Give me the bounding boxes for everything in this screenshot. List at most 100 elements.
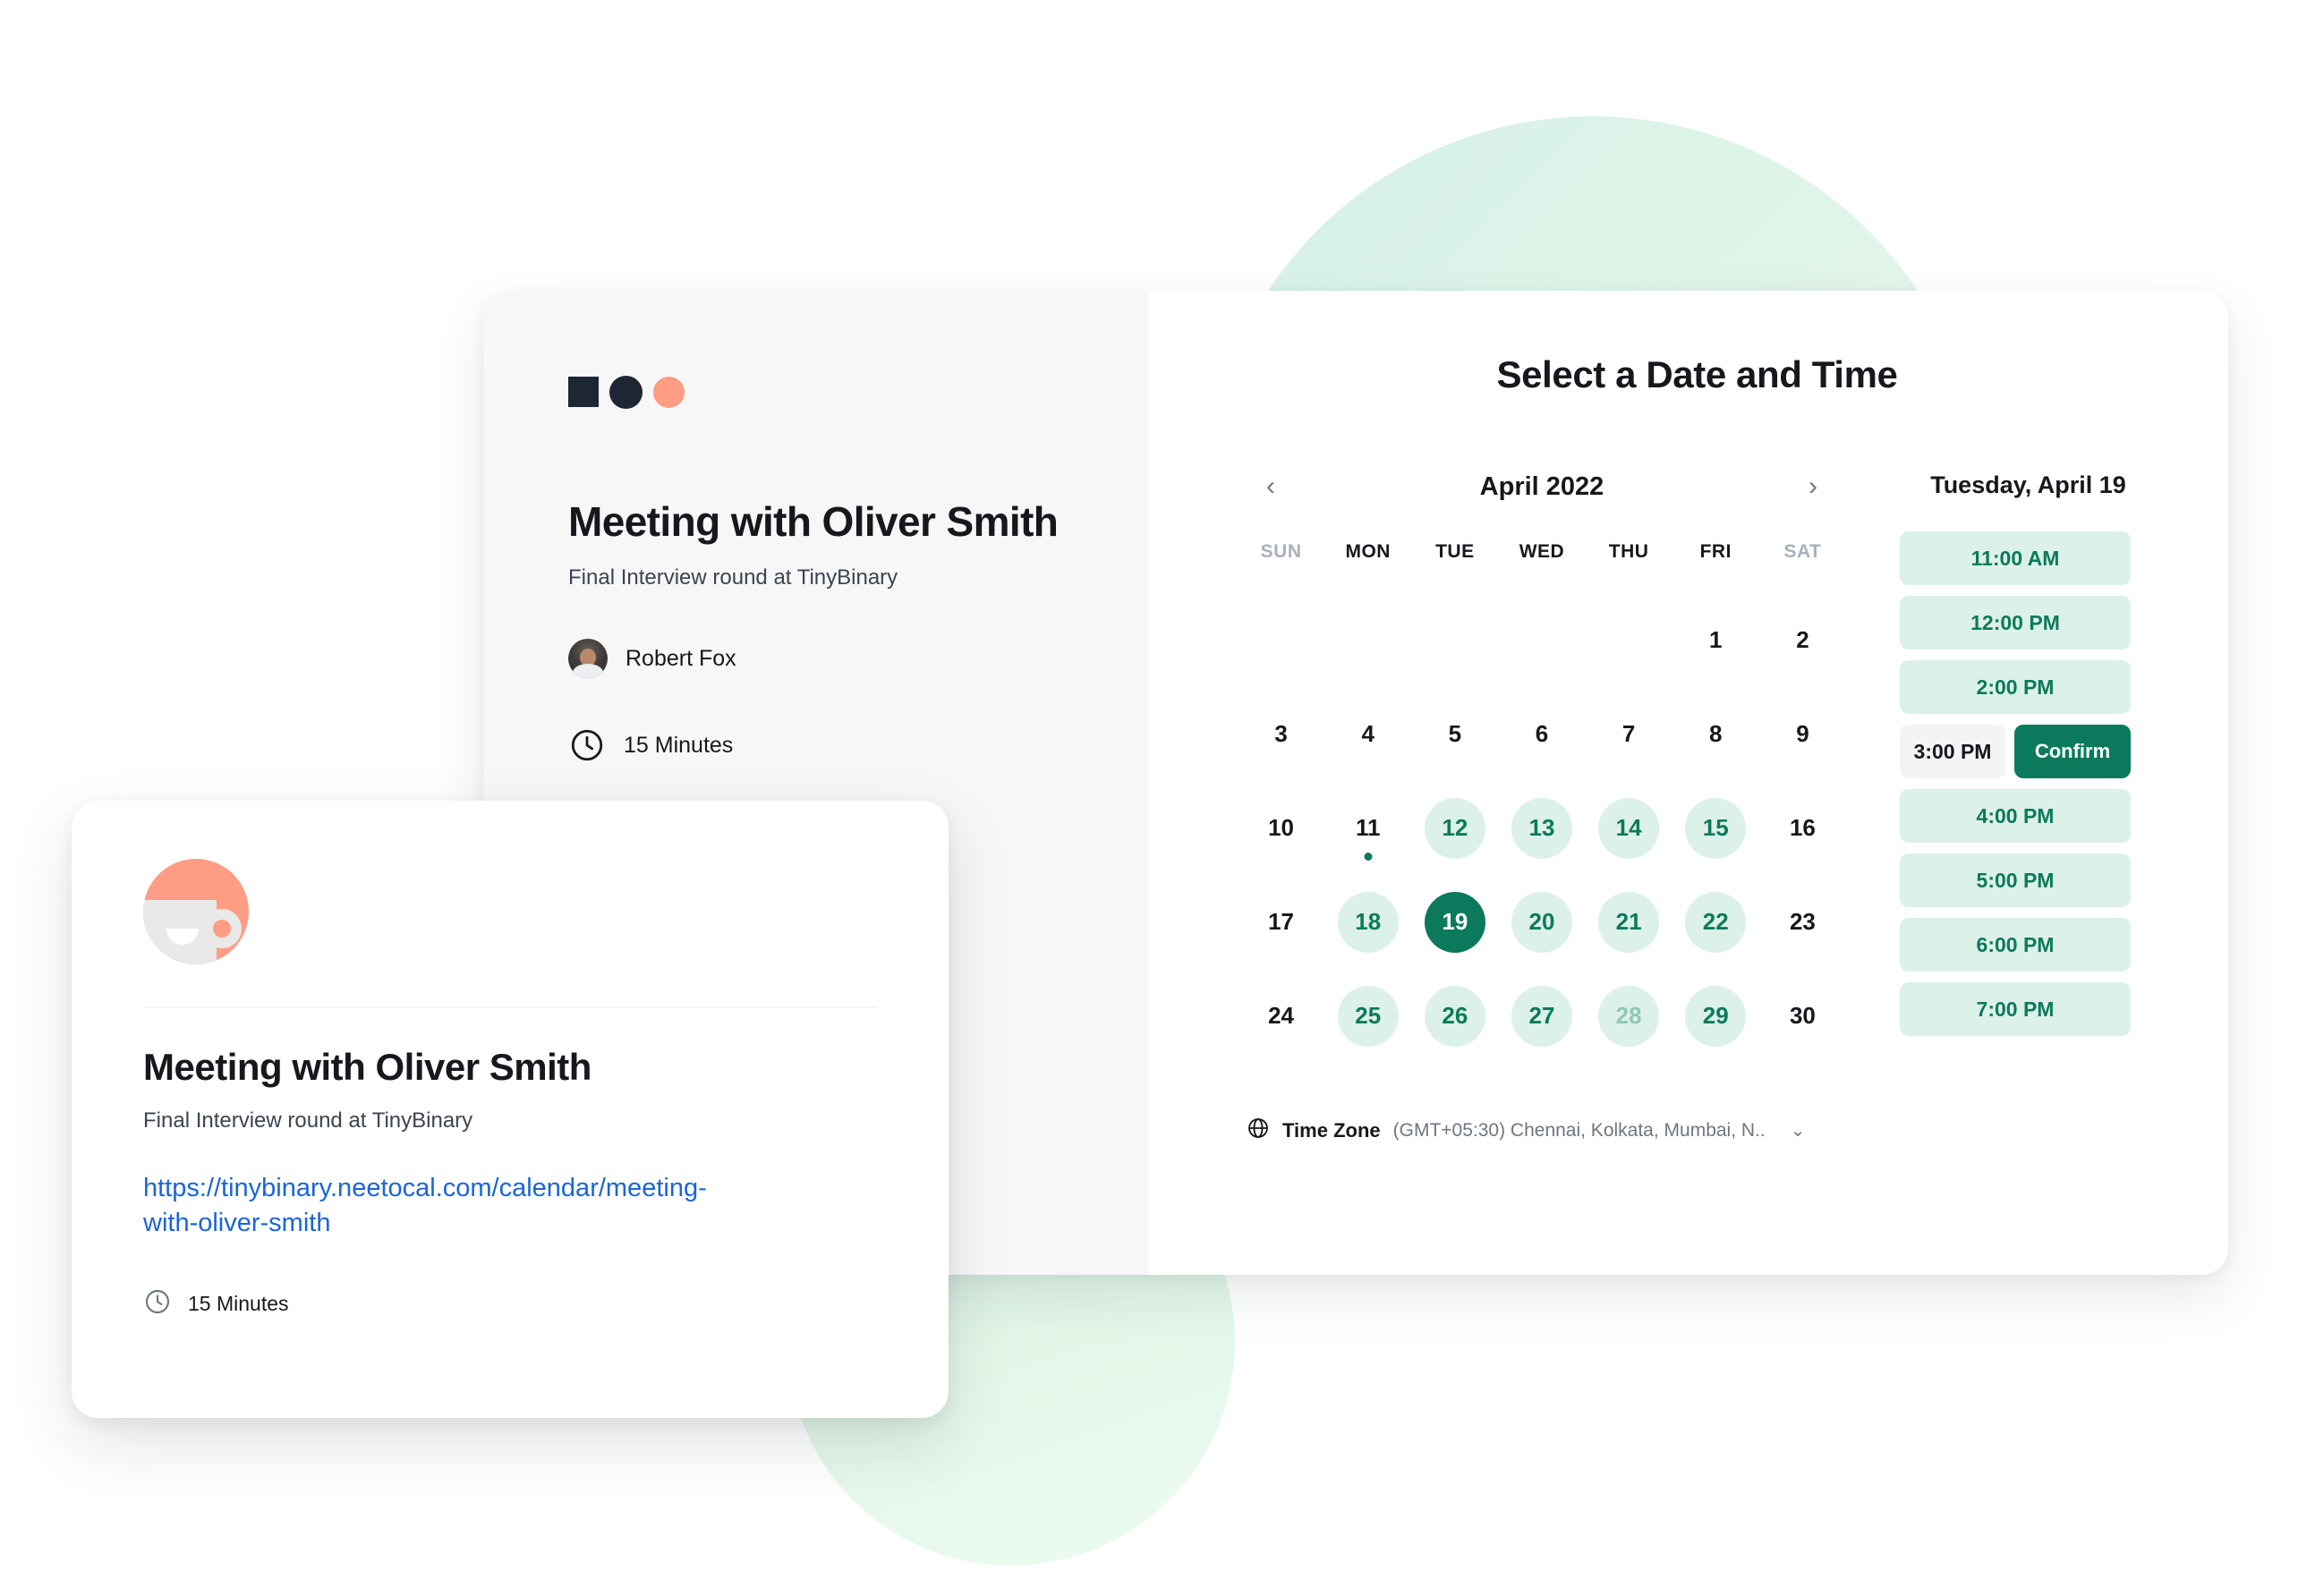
event-subtitle: Final Interview round at TinyBinary [568, 565, 898, 590]
today-indicator-dot [1364, 852, 1373, 861]
calendar-day[interactable]: 27 [1511, 985, 1572, 1047]
preview-title: Meeting with Oliver Smith [143, 1046, 592, 1088]
calendar-day-header: MON [1345, 541, 1391, 562]
calendar-cell: 13 [1498, 781, 1585, 875]
calendar-day[interactable]: 29 [1685, 985, 1747, 1047]
month-label: April 2022 [1479, 471, 1604, 501]
calendar-day-header: SAT [1783, 541, 1822, 562]
calendar-day[interactable]: 25 [1337, 985, 1399, 1047]
chevron-down-icon[interactable]: ⌄ [1791, 1119, 1806, 1142]
page-title: Select a Date and Time [1496, 353, 1898, 395]
selected-date-label: Tuesday, April 19 [1930, 471, 2126, 498]
time-slot[interactable]: 5:00 PM [1900, 853, 2131, 907]
calendar-day-selected[interactable]: 19 [1424, 891, 1485, 953]
calendar-cell [1498, 593, 1585, 687]
clock-icon [143, 1287, 172, 1320]
calendar-cell: 6 [1498, 687, 1585, 781]
calendar-cell: 12 [1411, 781, 1498, 875]
link-preview-card: Meeting with Oliver Smith Final Intervie… [72, 801, 949, 1418]
calendar-cell [1324, 593, 1411, 687]
calendar-day: 11 [1338, 798, 1399, 861]
time-slot-list: Tuesday, April 19 11:00 AM 12:00 PM 2:00 P… [1900, 468, 2157, 1144]
time-slot[interactable]: 2:00 PM [1900, 660, 2131, 714]
calendar-day[interactable]: 20 [1511, 891, 1572, 953]
booking-link[interactable]: https://tinybinary.neetocal.com/calendar… [143, 1171, 716, 1241]
calendar-day-header: THU [1608, 541, 1649, 562]
calendar-cell: 17 [1238, 875, 1324, 969]
calendar-day: 1 [1709, 626, 1723, 653]
calendar-cell: 8 [1672, 687, 1759, 781]
calendar-day: 3 [1274, 720, 1288, 747]
calendar-day: 6 [1535, 720, 1549, 747]
calendar-cell: 10 [1238, 781, 1324, 875]
calendar-day[interactable]: 28 [1598, 985, 1660, 1047]
calendar-day: 10 [1268, 814, 1295, 841]
calendar-cell: 9 [1759, 687, 1846, 781]
next-month-button[interactable]: › [1794, 468, 1832, 505]
calendar-day[interactable]: 22 [1685, 891, 1747, 953]
time-slot-selected[interactable]: 3:00 PM [1900, 725, 2005, 778]
calendar-cell: 3 [1238, 687, 1324, 781]
confirm-button[interactable]: Confirm [2014, 725, 2131, 778]
timezone-label: Time Zone [1282, 1118, 1381, 1142]
calendar-cell: 18 [1324, 875, 1411, 969]
brand-logo [568, 375, 1148, 409]
month-navigation: ‹ April 2022 › [1238, 468, 1846, 505]
calendar-cell: 29 [1672, 969, 1759, 1063]
calendar-cell: 26 [1411, 969, 1498, 1063]
preview-duration-row: 15 Minutes [143, 1287, 877, 1320]
previous-month-button[interactable]: ‹ [1252, 468, 1289, 505]
calendar-cell: 28 [1586, 969, 1672, 1063]
time-slot[interactable]: 7:00 PM [1900, 982, 2131, 1036]
calendar-cell: 14 [1586, 781, 1672, 875]
event-duration-row: 15 Minutes [568, 726, 1148, 764]
scheduler-body: ‹ April 2022 › SUN MON TUE WED THU FRI SAT 123… [1238, 468, 2157, 1144]
event-title: Meeting with Oliver Smith [568, 498, 1059, 545]
calendar-cell: 5 [1411, 687, 1498, 781]
globe-icon [1247, 1116, 1270, 1144]
calendar-day[interactable]: 12 [1424, 797, 1485, 859]
calendar-day[interactable]: 14 [1598, 797, 1660, 859]
calendar-day: 5 [1448, 720, 1462, 747]
calendar-day[interactable]: 15 [1685, 797, 1747, 859]
calendar-cell [1238, 593, 1324, 687]
calendar-cell: 30 [1759, 969, 1846, 1063]
calendar-day: 23 [1789, 908, 1816, 935]
time-slot[interactable]: 6:00 PM [1900, 918, 2131, 972]
calendar-day[interactable]: 21 [1598, 891, 1660, 953]
calendar-cell: 15 [1672, 781, 1759, 875]
calendar-day: 4 [1361, 720, 1375, 747]
time-slot[interactable]: 11:00 AM [1900, 531, 2131, 585]
calendar-days-grid: 1 2 3 4 5 6 7 8 9 10 11 12 13 14 15 16 17 18 19 20 21 22 23 24 2… [1238, 593, 1846, 1063]
calendar-day: 24 [1268, 1002, 1295, 1029]
logo-circle-salmon-icon [653, 376, 685, 408]
calendar-cell: 24 [1238, 969, 1324, 1063]
calendar-cell: 11 [1324, 781, 1411, 875]
calendar-day-headers: SUN MON TUE WED THU FRI SAT [1238, 541, 1846, 593]
calendar-day: 17 [1268, 908, 1295, 935]
calendar-day-header: WED [1519, 541, 1565, 562]
calendar-day: 9 [1796, 720, 1809, 747]
calendar-day[interactable]: 26 [1424, 985, 1485, 1047]
scheduler-panel: Select a Date and Time ‹ April 2022 › SU… [1148, 291, 2228, 1275]
calendar-cell [1411, 593, 1498, 687]
time-slots: 11:00 AM 12:00 PM 2:00 PM 3:00 PM Confirm 4:0… [1900, 531, 2157, 1036]
event-host-row: Robert Fox [568, 639, 1148, 678]
avatar [568, 639, 608, 678]
preview-duration-label: 15 Minutes [188, 1292, 289, 1316]
calendar-cell: 20 [1498, 875, 1585, 969]
time-slot[interactable]: 4:00 PM [1900, 789, 2131, 843]
calendar-cell [1586, 593, 1672, 687]
calendar-day: 2 [1796, 626, 1809, 653]
time-slot[interactable]: 12:00 PM [1900, 596, 2131, 649]
time-slot-confirm-row: 3:00 PM Confirm [1900, 725, 2131, 778]
calendar-day: 8 [1709, 720, 1723, 747]
timezone-value: (GMT+05:30) Chennai, Kolkata, Mumbai, N.… [1392, 1119, 1766, 1141]
calendar-day: 7 [1621, 720, 1636, 747]
clock-icon [568, 726, 606, 764]
calendar-day[interactable]: 13 [1511, 797, 1572, 859]
calendar-day[interactable]: 18 [1337, 891, 1399, 953]
calendar-day-header: SUN [1260, 541, 1302, 562]
calendar-cell: 19 [1411, 875, 1498, 969]
timezone-selector[interactable]: Time Zone (GMT+05:30) Chennai, Kolkata, … [1238, 1116, 1846, 1144]
